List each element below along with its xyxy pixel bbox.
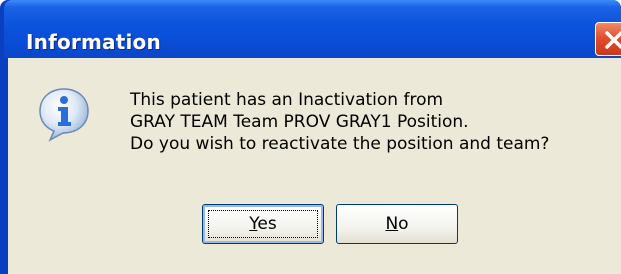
information-icon [39, 88, 89, 142]
message-line: GRAY TEAM Team PROV GRAY1 Position. [130, 112, 469, 132]
message-line: Do you wish to reactivate the position a… [130, 134, 550, 154]
window-title: Information [26, 30, 161, 54]
no-mnemonic: N [385, 214, 399, 234]
yes-button[interactable]: Yes [202, 204, 324, 244]
focus-rectangle [208, 210, 318, 238]
message-text: This patient has an Inactivation from GR… [130, 89, 549, 155]
title-bar[interactable]: Information [4, 0, 621, 58]
close-icon [605, 31, 621, 49]
information-dialog: Information This patient has an Inactiva… [0, 0, 621, 274]
close-button[interactable] [595, 22, 621, 56]
no-button[interactable]: No [336, 204, 458, 244]
no-label-rest: o [398, 214, 409, 234]
message-line: This patient has an Inactivation from [130, 90, 444, 110]
dialog-body: This patient has an Inactivation from GR… [8, 58, 621, 274]
